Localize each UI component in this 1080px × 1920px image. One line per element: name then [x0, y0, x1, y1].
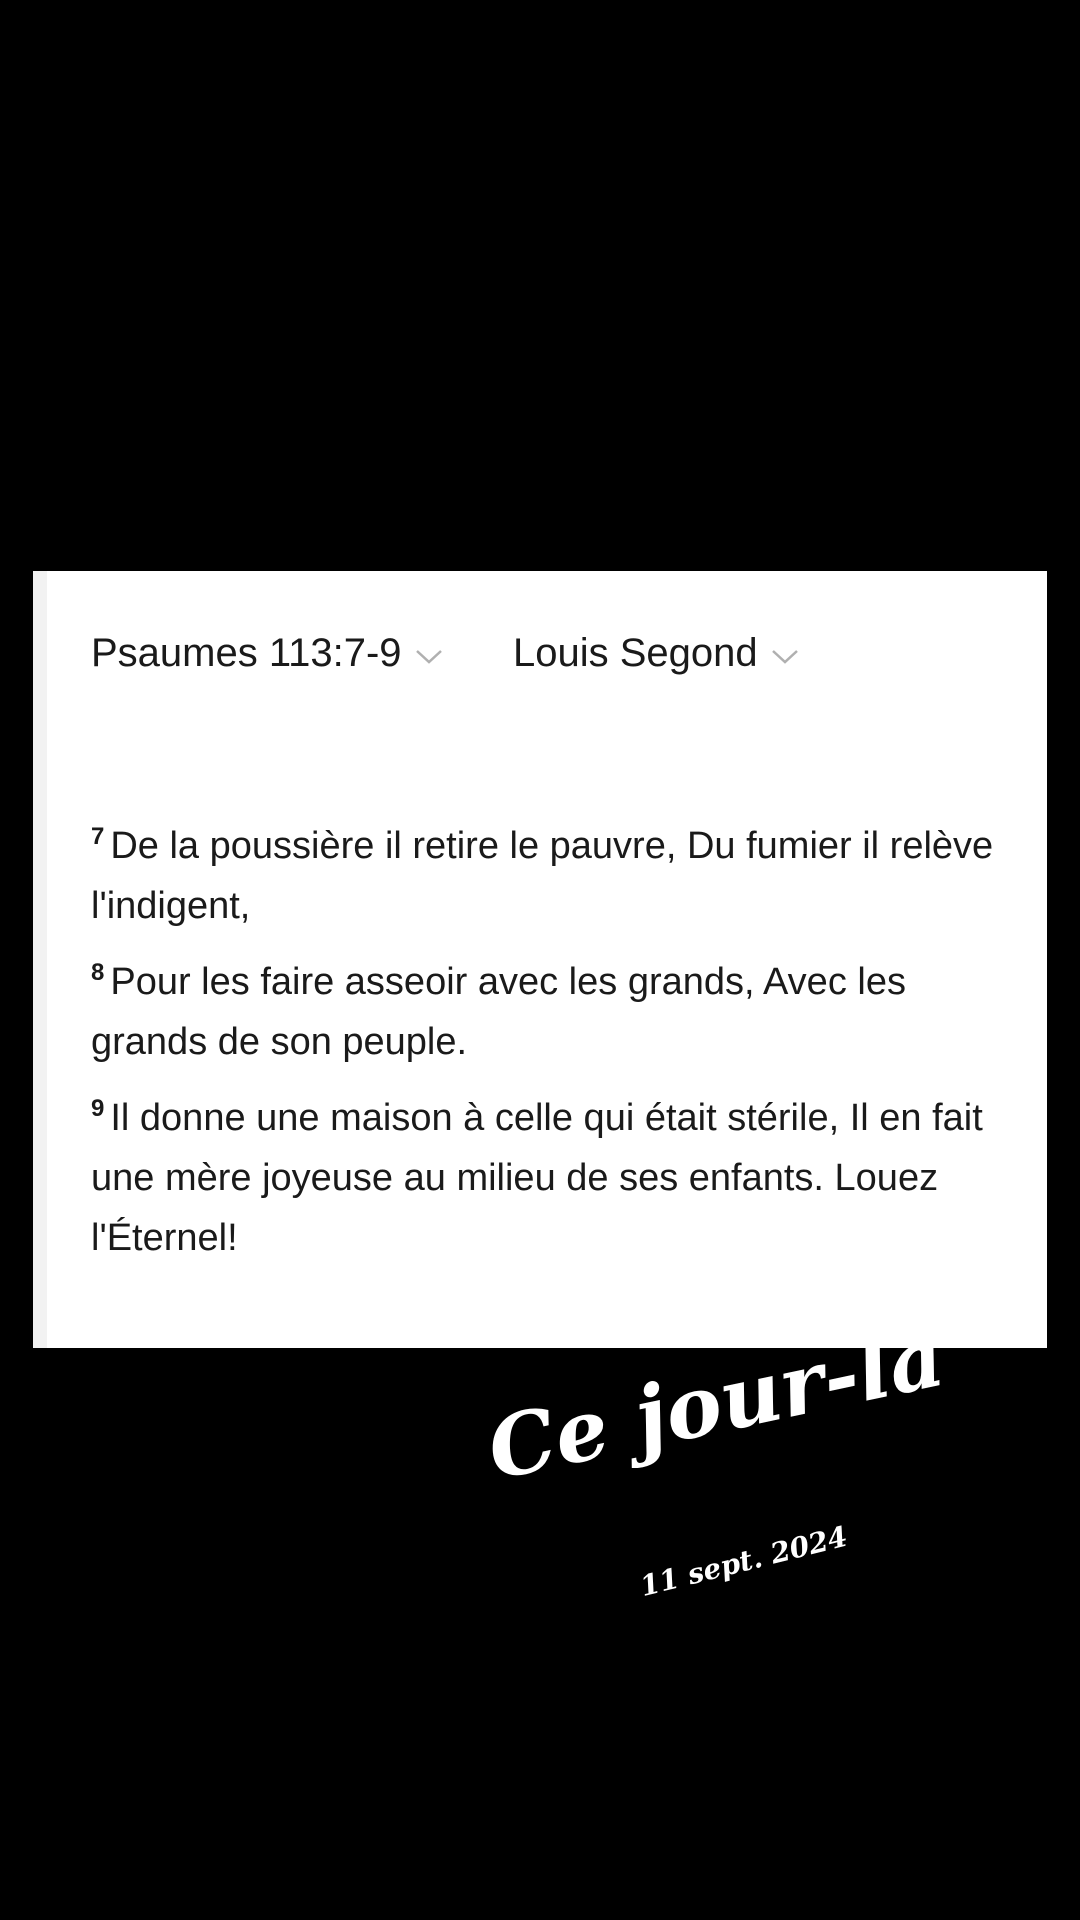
version-selector[interactable]: Louis Segond — [513, 629, 800, 677]
verse-number: 7 — [91, 823, 105, 850]
verse-list: 7 De la poussière il retire le pauvre, Du… — [91, 816, 1021, 1284]
book-reference-label: Psaumes 113:7-9 — [91, 631, 402, 675]
book-reference-selector[interactable]: Psaumes 113:7-9 — [91, 629, 444, 677]
verse-card: Psaumes 113:7-9 Louis Segond 7 De la pous… — [33, 571, 1047, 1348]
verse-item[interactable]: 8 Pour les faire asseoir avec les grands,… — [91, 952, 1021, 1072]
chevron-down-icon — [771, 650, 798, 664]
memory-overlay: Ce jour-là 11 sept. 2024 — [479, 1306, 980, 1630]
verse-number: 9 — [91, 1095, 105, 1122]
verse-text: Pour les faire asseoir avec les grands, … — [91, 961, 906, 1063]
verse-item[interactable]: 9 Il donne une maison à celle qui était s… — [91, 1088, 1021, 1268]
verse-text: De la poussière il retire le pauvre, Du … — [91, 825, 994, 927]
verse-text: Il donne une maison à celle qui était st… — [91, 1097, 983, 1259]
verse-item[interactable]: 7 De la poussière il retire le pauvre, Du… — [91, 816, 1021, 936]
version-label: Louis Segond — [513, 631, 758, 675]
overlay-date: 11 sept. 2024 — [636, 1519, 851, 1604]
verse-number: 8 — [91, 959, 105, 986]
chevron-down-icon — [415, 650, 442, 664]
